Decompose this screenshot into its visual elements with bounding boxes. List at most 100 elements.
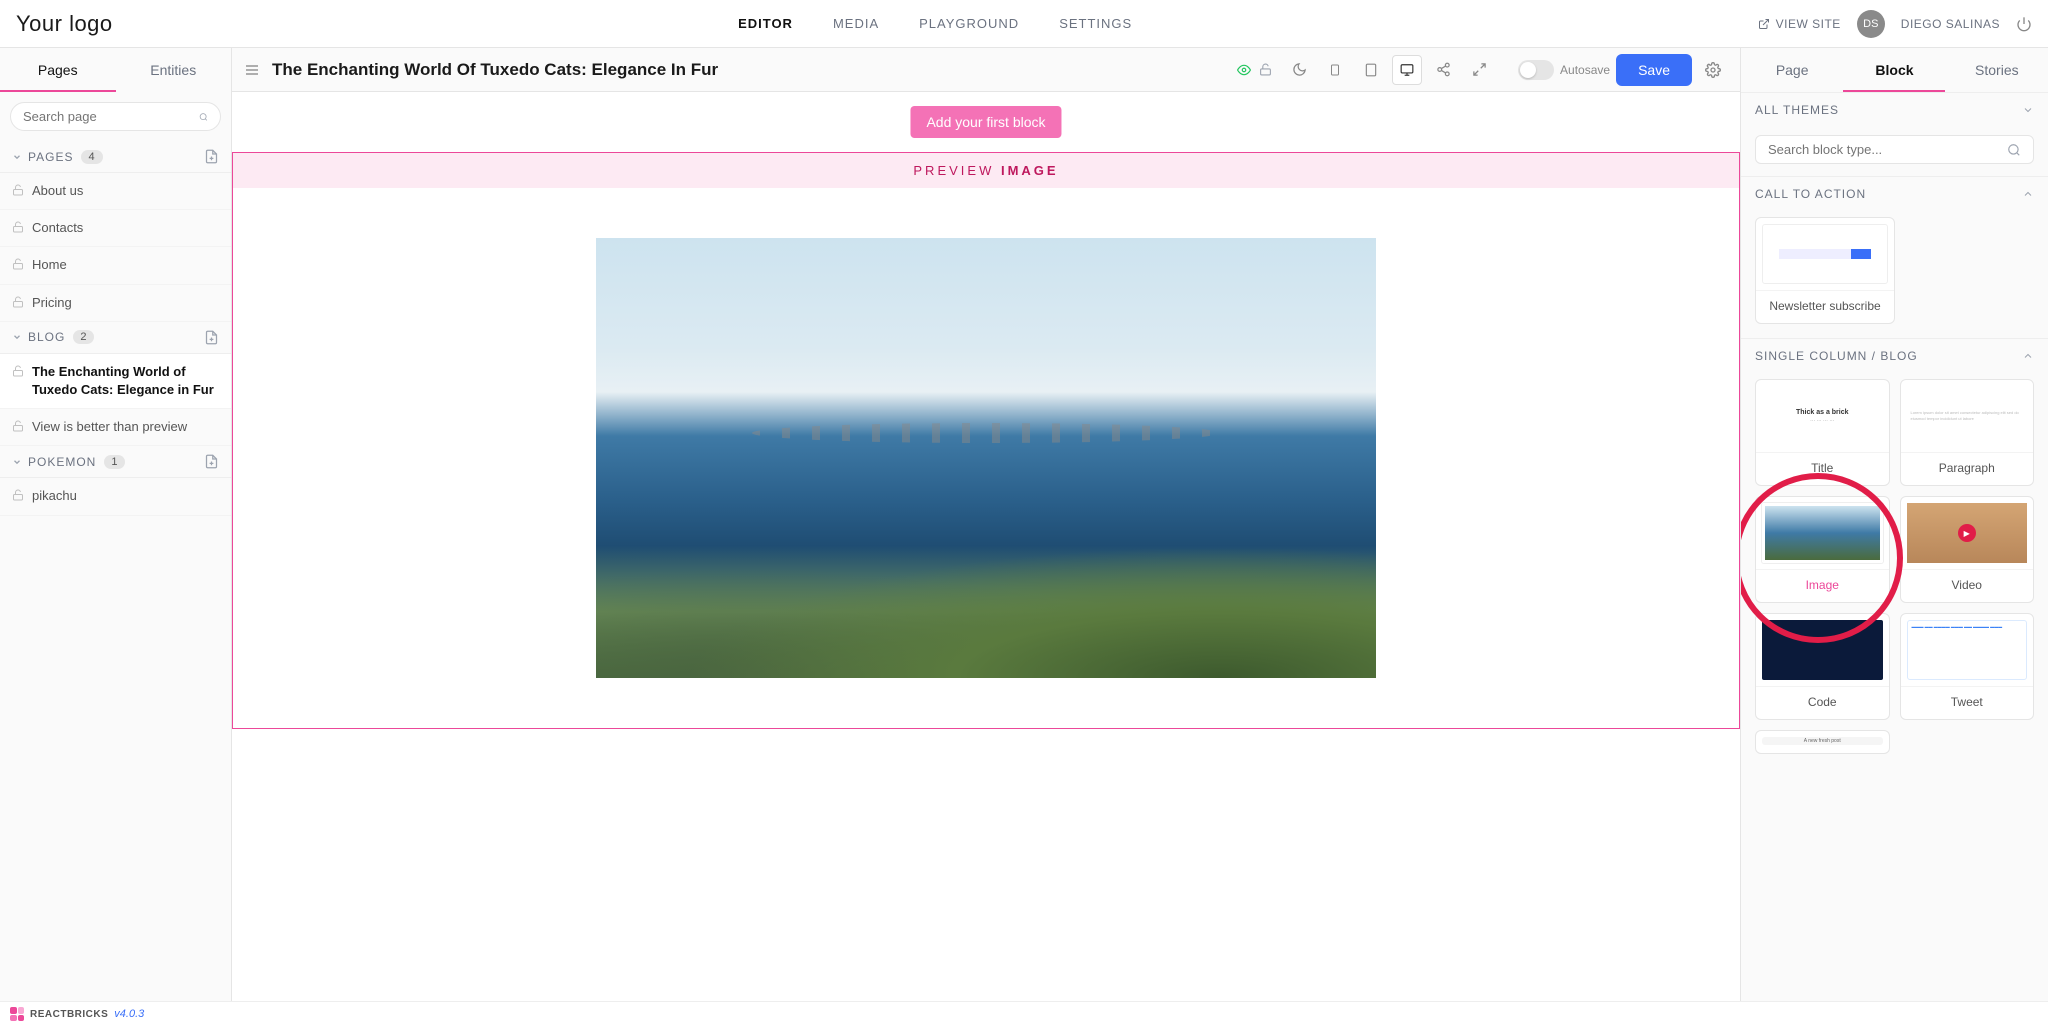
left-sidebar: Pages Entities PAGES 4 About us Contacts… (0, 48, 232, 1001)
view-site-label: VIEW SITE (1776, 17, 1841, 31)
page-label: About us (32, 182, 83, 200)
video-thumb (1907, 503, 2028, 563)
menu-icon[interactable] (244, 62, 260, 78)
right-sidebar: Page Block Stories ALL THEMES CALL TO AC… (1740, 48, 2048, 1001)
search-icon (199, 110, 208, 124)
autosave-label: Autosave (1560, 63, 1610, 77)
group-pages-count: 4 (81, 150, 102, 164)
chevron-up-icon (2022, 188, 2034, 200)
block-label: Image (1756, 569, 1889, 602)
block-label: Tweet (1901, 686, 2034, 719)
block-label: Newsletter subscribe (1756, 290, 1894, 323)
block-tweet[interactable]: ▬▬▬ ▬▬ ▬▬▬▬ ▬▬▬ ▬▬ ▬▬▬▬ ▬▬▬ Tweet (1900, 613, 2035, 720)
chevron-down-icon (2022, 104, 2034, 116)
chevron-down-icon (12, 152, 22, 162)
block-title[interactable]: Thick as a brick··· ··· ··· ··· Title (1755, 379, 1890, 486)
search-block-box[interactable] (1755, 135, 2034, 164)
page-item-pricing[interactable]: Pricing (0, 285, 231, 322)
nav-playground[interactable]: PLAYGROUND (919, 16, 1019, 31)
gear-icon[interactable] (1698, 55, 1728, 85)
page-title: The Enchanting World Of Tuxedo Cats: Ele… (272, 60, 1221, 80)
page-item-pikachu[interactable]: pikachu (0, 478, 231, 515)
page-item-about[interactable]: About us (0, 173, 231, 210)
nav-settings[interactable]: SETTINGS (1059, 16, 1132, 31)
block-code[interactable]: Code (1755, 613, 1890, 720)
single-section-header[interactable]: SINGLE COLUMN / BLOG (1741, 338, 2048, 373)
share-icon[interactable] (1428, 55, 1458, 85)
tab-block[interactable]: Block (1843, 48, 1945, 92)
unlock-icon (12, 296, 24, 308)
search-page-box[interactable] (10, 102, 221, 131)
group-blog-label: BLOG (28, 330, 65, 344)
unlock-icon (12, 258, 24, 270)
cta-label: CALL TO ACTION (1755, 187, 1866, 201)
add-page-icon[interactable] (204, 330, 219, 345)
nav-media[interactable]: MEDIA (833, 16, 879, 31)
search-page-input[interactable] (23, 109, 199, 124)
page-item-tuxedo[interactable]: The Enchanting World of Tuxedo Cats: Ele… (0, 354, 231, 409)
preview-header: PREVIEW IMAGE (233, 153, 1739, 188)
autosave-toggle[interactable] (1518, 60, 1554, 80)
block-video[interactable]: Video (1900, 496, 2035, 603)
add-first-block-ribbon[interactable]: Add your first block (910, 106, 1061, 138)
tab-page[interactable]: Page (1741, 48, 1843, 92)
unlock-icon (12, 420, 24, 432)
group-blog-header[interactable]: BLOG 2 (0, 322, 231, 354)
single-label: SINGLE COLUMN / BLOG (1755, 349, 1918, 363)
tab-pages[interactable]: Pages (0, 48, 116, 92)
unlock-icon (12, 365, 24, 377)
preview-text: PREVIEW (913, 163, 1001, 178)
moon-icon[interactable] (1284, 55, 1314, 85)
page-item-contacts[interactable]: Contacts (0, 210, 231, 247)
block-label: Paragraph (1901, 452, 2034, 485)
all-themes-header[interactable]: ALL THEMES (1741, 92, 2048, 127)
page-item-view[interactable]: View is better than preview (0, 409, 231, 446)
eye-icon[interactable] (1237, 63, 1251, 77)
unlock-icon (12, 184, 24, 196)
block-label: Video (1901, 569, 2034, 602)
page-item-home[interactable]: Home (0, 247, 231, 284)
chevron-down-icon (12, 457, 22, 467)
search-icon (2007, 143, 2021, 157)
expand-icon[interactable] (1464, 55, 1494, 85)
block-newpost-partial[interactable]: A new fresh post (1755, 730, 1890, 754)
user-avatar[interactable]: DS (1857, 10, 1885, 38)
external-link-icon (1758, 18, 1770, 30)
desktop-icon[interactable] (1392, 55, 1422, 85)
block-label: Code (1756, 686, 1889, 719)
block-newsletter[interactable]: Newsletter subscribe (1755, 217, 1895, 324)
add-page-icon[interactable] (204, 454, 219, 469)
preview-image-block[interactable]: PREVIEW IMAGE (232, 152, 1740, 729)
page-label: Contacts (32, 219, 83, 237)
power-icon[interactable] (2016, 16, 2032, 32)
group-pages-header[interactable]: PAGES 4 (0, 141, 231, 173)
view-site-link[interactable]: VIEW SITE (1758, 17, 1841, 31)
save-button[interactable]: Save (1616, 54, 1692, 86)
mobile-icon[interactable] (1320, 55, 1350, 85)
landscape-placeholder-image (596, 238, 1376, 678)
group-pokemon-header[interactable]: POKEMON 1 (0, 446, 231, 478)
unlock-icon (12, 221, 24, 233)
group-pokemon-label: POKEMON (28, 455, 96, 469)
tab-entities[interactable]: Entities (116, 48, 232, 92)
block-image[interactable]: Image (1755, 496, 1890, 603)
page-label: Pricing (32, 294, 72, 312)
nav-editor[interactable]: EDITOR (738, 16, 793, 31)
lock-icon[interactable] (1259, 63, 1272, 76)
group-pokemon-count: 1 (104, 455, 125, 469)
reactbricks-label: REACTBRICKS (30, 1009, 108, 1020)
block-paragraph[interactable]: Lorem ipsum dolor sit amet consectetur a… (1900, 379, 2035, 486)
cta-section-header[interactable]: CALL TO ACTION (1741, 176, 2048, 211)
unlock-icon (12, 489, 24, 501)
page-label: The Enchanting World of Tuxedo Cats: Ele… (32, 363, 219, 399)
canvas[interactable]: Add your first block PREVIEW IMAGE (232, 92, 1740, 1001)
chevron-up-icon (2022, 350, 2034, 362)
tweet-thumb: ▬▬▬ ▬▬ ▬▬▬▬ ▬▬▬ ▬▬ ▬▬▬▬ ▬▬▬ (1907, 620, 2028, 680)
code-thumb (1762, 620, 1883, 680)
block-label: Title (1756, 452, 1889, 485)
add-page-icon[interactable] (204, 149, 219, 164)
search-block-input[interactable] (1768, 142, 2007, 157)
top-nav: EDITOR MEDIA PLAYGROUND SETTINGS (113, 16, 1758, 31)
tablet-icon[interactable] (1356, 55, 1386, 85)
tab-stories[interactable]: Stories (1946, 48, 2048, 92)
